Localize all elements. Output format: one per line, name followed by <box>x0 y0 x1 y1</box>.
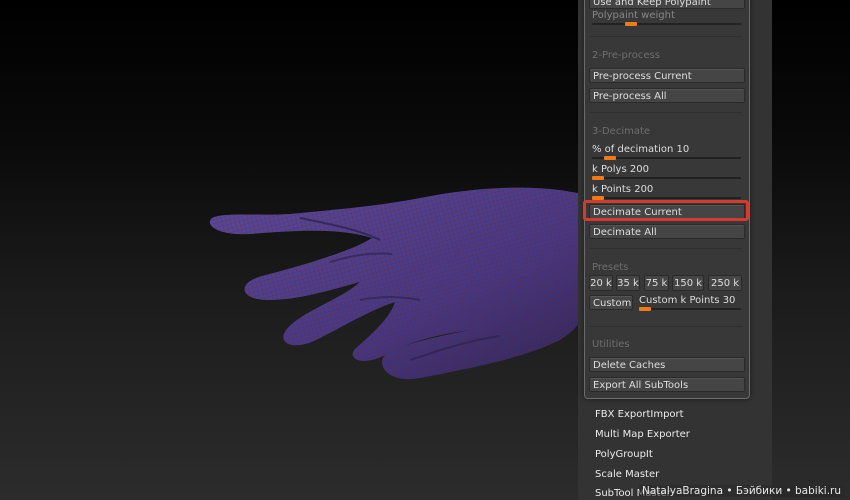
use-keep-polypaint-button[interactable]: Use and Keep Polypaint <box>589 0 745 9</box>
k-points-label: k Points 200 <box>592 184 654 195</box>
preset-150k-button[interactable]: 150 k <box>672 275 704 291</box>
preset-20k-button[interactable]: 20 k <box>589 275 613 291</box>
section-header-decimate: 3-Decimate <box>592 126 651 137</box>
preprocess-all-button[interactable]: Pre-process All <box>589 88 745 103</box>
divider <box>590 248 742 249</box>
polypaint-weight-label: Polypaint weight <box>592 10 675 21</box>
preset-75k-button[interactable]: 75 k <box>644 275 669 291</box>
section-header-preprocess: 2-Pre-process <box>592 50 660 61</box>
slider-track <box>639 308 741 310</box>
slider-knob[interactable] <box>639 307 651 311</box>
export-all-subtools-button[interactable]: Export All SubTools <box>589 377 745 392</box>
slider-track <box>592 177 741 179</box>
plugin-fbx-exportimport[interactable]: FBX ExportImport <box>595 409 684 420</box>
decimate-current-highlight <box>583 200 749 221</box>
preprocess-current-button[interactable]: Pre-process Current <box>589 68 745 83</box>
section-header-presets: Presets <box>592 262 629 273</box>
delete-caches-button[interactable]: Delete Caches <box>589 357 745 372</box>
plugin-scale-master[interactable]: Scale Master <box>595 469 659 480</box>
decimation-percent-label: % of decimation 10 <box>592 144 690 155</box>
slider-track <box>592 23 741 25</box>
divider <box>590 112 742 113</box>
plugin-multi-map-exporter[interactable]: Multi Map Exporter <box>595 429 690 440</box>
decimate-all-button[interactable]: Decimate All <box>589 224 745 239</box>
k-polys-label: k Polys 200 <box>592 164 649 175</box>
divider <box>590 36 742 37</box>
preset-250k-button[interactable]: 250 k <box>708 275 742 291</box>
plugin-polygroupit[interactable]: PolyGroupIt <box>595 449 653 460</box>
custom-k-points-label: Custom k Points 30 <box>639 295 736 306</box>
custom-preset-button[interactable]: Custom <box>589 295 633 310</box>
decimation-percent-slider[interactable]: % of decimation 10 <box>589 144 745 160</box>
k-points-slider[interactable]: k Points 200 <box>589 184 745 200</box>
slider-knob[interactable] <box>592 176 604 180</box>
slider-knob[interactable] <box>625 22 637 26</box>
k-polys-slider[interactable]: k Polys 200 <box>589 164 745 180</box>
slider-track <box>592 197 741 199</box>
slider-knob[interactable] <box>604 156 616 160</box>
custom-k-points-slider[interactable]: Custom k Points 30 <box>636 295 745 311</box>
preset-35k-button[interactable]: 35 k <box>616 275 640 291</box>
watermark-text: NatalyaBragina • Бэйбики • babiki.ru <box>638 485 844 497</box>
section-header-utilities: Utilities <box>592 339 630 350</box>
polypaint-weight-slider[interactable]: Polypaint weight <box>589 10 745 26</box>
divider <box>590 326 742 327</box>
